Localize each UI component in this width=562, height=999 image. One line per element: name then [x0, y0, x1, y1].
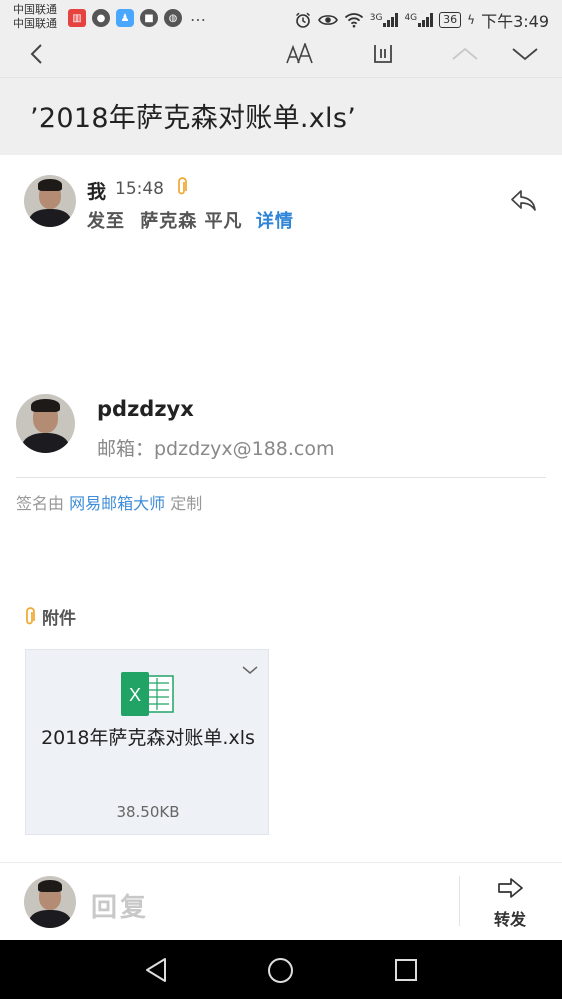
- nav-home-icon[interactable]: [267, 957, 294, 984]
- charging-icon: ϟ: [467, 13, 476, 27]
- attachment-menu-button[interactable]: [242, 660, 258, 679]
- email-toolbar: [0, 36, 562, 78]
- forward-button[interactable]: 转发: [494, 906, 526, 930]
- attachment-card[interactable]: X 2018年萨克森对账单.xls 38.50KB: [25, 649, 269, 835]
- sent-time: 15:48: [115, 179, 164, 199]
- trash-icon: [374, 45, 392, 63]
- recipients-prefix: 发至: [87, 211, 125, 232]
- bottom-divider: [459, 876, 460, 926]
- recipients-line: 发至 萨克森 平凡 详情: [87, 207, 294, 233]
- attachments-header: 附件: [24, 604, 76, 629]
- next-email-button[interactable]: [508, 36, 542, 72]
- alarm-icon: [295, 12, 310, 28]
- signature-email: 邮箱：pdzdzyx@188.com: [97, 438, 335, 460]
- attachment-size: 38.50KB: [116, 803, 180, 821]
- signal-2: 4G: [404, 13, 434, 27]
- details-link[interactable]: 详情: [256, 211, 294, 232]
- battery-indicator: 36: [439, 12, 462, 28]
- reply-icon: [511, 190, 536, 211]
- back-button[interactable]: [20, 36, 54, 72]
- previous-email-button[interactable]: [448, 36, 482, 72]
- paperclip-icon: [26, 606, 35, 624]
- reply-button[interactable]: [510, 188, 538, 218]
- status-bar: 中国联通 中国联通 ▥ ● ♟ ■ ◍ … 3G 4G 36 ϟ 下午3:49: [0, 0, 562, 36]
- signature-note: 签名由 网易邮箱大师 定制: [16, 490, 202, 514]
- attachments-title: 附件: [42, 609, 76, 629]
- carrier-labels: 中国联通 中国联通: [13, 3, 57, 31]
- signal-bars-icon: [383, 13, 399, 27]
- nav-back-icon[interactable]: [143, 957, 169, 983]
- qq-icon: ♟: [116, 9, 134, 27]
- font-size-icon: [286, 43, 313, 64]
- clock: 下午3:49: [481, 12, 549, 31]
- forward-icon[interactable]: [497, 877, 525, 903]
- status-right: 3G 4G 36 ϟ 下午3:49: [294, 8, 549, 32]
- signature-note-link[interactable]: 网易邮箱大师: [69, 494, 165, 513]
- recipients: 萨克森 平凡: [140, 211, 243, 232]
- more-notifications-icon: …: [190, 6, 206, 25]
- network-type-1: 3G: [369, 13, 383, 23]
- nav-recents-icon[interactable]: [394, 958, 418, 982]
- chevron-down-icon: [242, 666, 258, 674]
- chevron-up-icon: [452, 47, 478, 60]
- signature-divider: [16, 477, 546, 478]
- email-subject: ’2018年萨克森对账单.xls’: [30, 103, 357, 134]
- signature-note-suffix: 定制: [170, 494, 203, 513]
- signature-avatar: [16, 394, 75, 453]
- message-icon: ■: [140, 9, 158, 27]
- signal-1: 3G: [370, 13, 399, 27]
- carrier-2: 中国联通: [13, 17, 57, 30]
- chevron-down-icon: [512, 48, 538, 61]
- font-size-button[interactable]: [282, 36, 318, 72]
- notification-icons: ▥ ● ♟ ■ ◍ …: [68, 6, 206, 27]
- subject-bar: ’2018年萨克森对账单.xls’: [0, 78, 562, 155]
- network-type-2: 4G: [404, 13, 418, 23]
- reply-bar: [0, 862, 562, 940]
- excel-icon: X: [121, 672, 175, 720]
- carrier-1: 中国联通: [13, 3, 57, 16]
- signature-name: pdzdzyx: [97, 397, 194, 421]
- reply-input[interactable]: 回复: [91, 887, 149, 924]
- signal-bars-icon: [418, 13, 434, 27]
- app-notification-icon: ▥: [68, 9, 86, 27]
- app-icon: ◍: [164, 9, 182, 27]
- wifi-icon: [344, 13, 363, 28]
- chevron-left-icon: [30, 44, 42, 64]
- system-nav-bar: [0, 940, 562, 999]
- signature-note-prefix: 签名由: [16, 494, 65, 513]
- wechat-icon: ●: [92, 9, 110, 27]
- attachment-clip-icon: [176, 177, 188, 201]
- eye-icon: [317, 15, 338, 25]
- my-avatar: [24, 876, 76, 928]
- attachment-name: 2018年萨克森对账单.xls: [41, 727, 255, 749]
- delete-button[interactable]: [366, 36, 400, 72]
- svg-text:X: X: [129, 685, 141, 705]
- sender-avatar[interactable]: [24, 175, 76, 227]
- sender-name: 我: [87, 181, 107, 203]
